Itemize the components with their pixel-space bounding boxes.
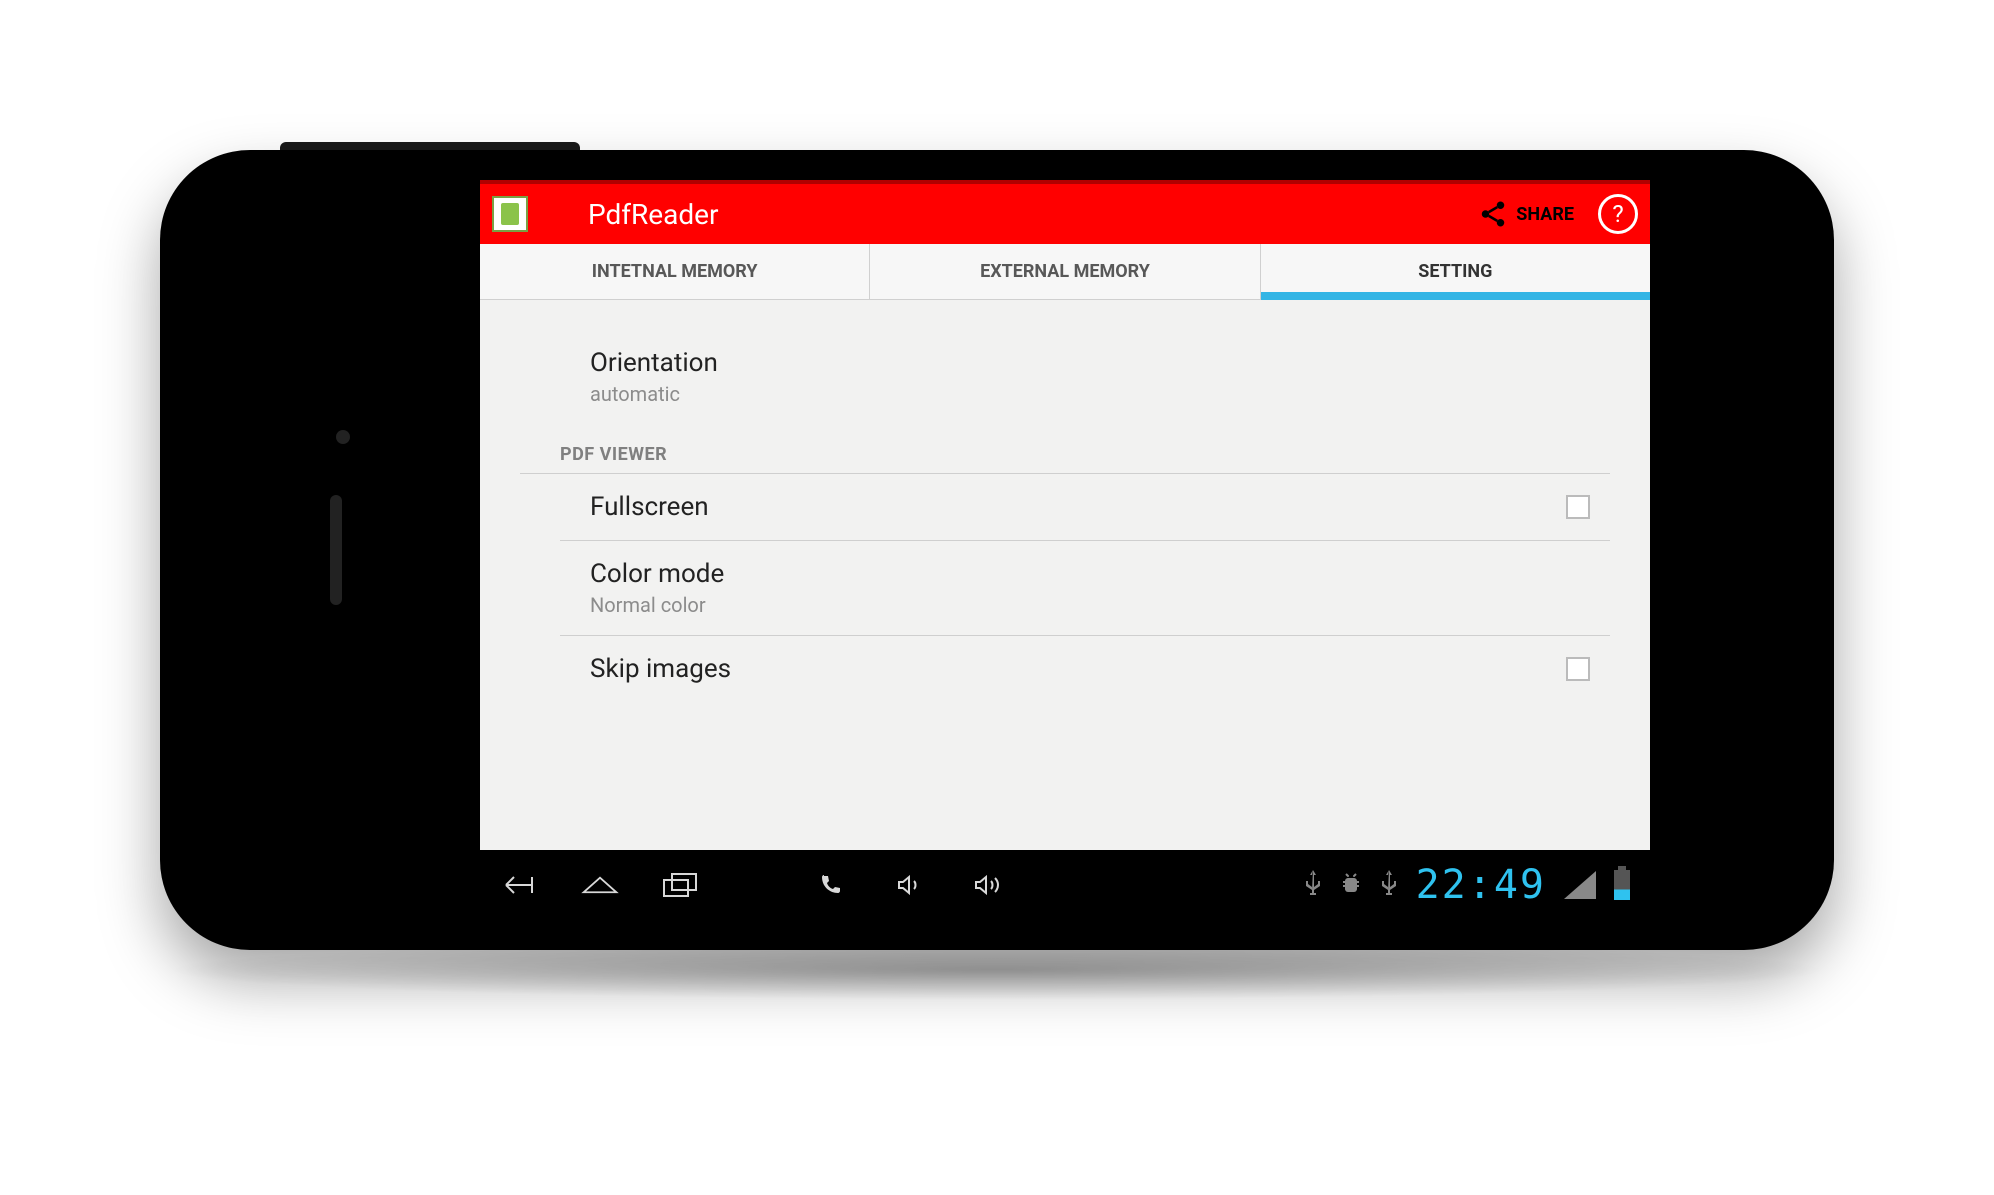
battery-icon (1614, 870, 1630, 900)
tabbar: INTETNAL MEMORY EXTERNAL MEMORY SETTING (480, 244, 1650, 300)
volume-low-icon[interactable] (890, 873, 930, 897)
tab-label: SETTING (1418, 261, 1492, 282)
app-icon-inner (501, 203, 519, 225)
actionbar: PdfReader SHARE ? (480, 184, 1650, 244)
setting-orientation[interactable]: Orientation automatic (520, 330, 1610, 424)
usb-icon (1304, 868, 1322, 902)
tab-setting[interactable]: SETTING (1261, 244, 1650, 299)
tab-label: INTETNAL MEMORY (592, 261, 758, 282)
share-icon (1478, 199, 1508, 229)
signal-icon (1564, 871, 1596, 899)
usb-icon-2 (1380, 868, 1398, 902)
screen: PdfReader SHARE ? INTETNAL MEMORY E (480, 180, 1650, 920)
setting-title: Orientation (590, 348, 1602, 378)
setting-title: Color mode (590, 559, 1602, 589)
app-icon[interactable] (492, 196, 528, 232)
help-icon: ? (1612, 200, 1623, 228)
setting-skip-images[interactable]: Skip images (520, 636, 1610, 702)
tab-internal-memory[interactable]: INTETNAL MEMORY (480, 244, 870, 299)
setting-fullscreen[interactable]: Fullscreen (520, 474, 1610, 540)
setting-subtitle: Normal color (590, 593, 1602, 617)
earpiece (330, 495, 342, 605)
recent-apps-icon[interactable] (660, 872, 700, 898)
setting-color-mode[interactable]: Color mode Normal color (520, 541, 1610, 635)
settings-pane: Orientation automatic PDF VIEWER Fullscr… (480, 300, 1650, 850)
tab-external-memory[interactable]: EXTERNAL MEMORY (870, 244, 1260, 299)
fullscreen-checkbox[interactable] (1566, 495, 1590, 519)
share-button[interactable]: SHARE (1478, 199, 1574, 229)
system-navbar: 22:49 (480, 850, 1650, 920)
home-icon[interactable] (580, 873, 620, 897)
front-camera (336, 430, 350, 444)
setting-title: Fullscreen (590, 492, 1566, 522)
tab-label: EXTERNAL MEMORY (980, 261, 1150, 282)
app-title: PdfReader (588, 198, 718, 231)
phone-icon[interactable] (810, 873, 850, 897)
status-tray[interactable]: 22:49 (1304, 862, 1630, 908)
back-icon[interactable] (500, 873, 540, 897)
clock: 22:49 (1416, 862, 1546, 908)
phone-frame: PdfReader SHARE ? INTETNAL MEMORY E (160, 150, 1834, 950)
setting-title: Skip images (590, 654, 1566, 684)
help-button[interactable]: ? (1598, 194, 1638, 234)
skip-images-checkbox[interactable] (1566, 657, 1590, 681)
share-label: SHARE (1516, 204, 1574, 225)
volume-high-icon[interactable] (970, 873, 1010, 897)
section-header-pdf-viewer: PDF VIEWER (520, 424, 1610, 474)
setting-subtitle: automatic (590, 382, 1602, 406)
android-debug-icon (1340, 870, 1362, 900)
